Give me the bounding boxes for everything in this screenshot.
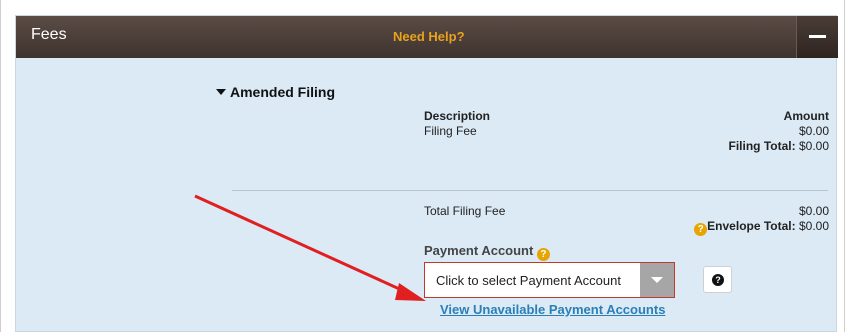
total-filing-fee-label: Total Filing Fee [424, 204, 506, 218]
payment-account-label: Payment Account ? [424, 243, 550, 261]
view-unavailable-accounts-link[interactable]: View Unavailable Payment Accounts [440, 302, 665, 317]
envelope-total-label: Envelope Total: [707, 219, 796, 233]
amount-header: Amount [783, 109, 829, 123]
payment-info-button[interactable]: ? [703, 266, 732, 293]
panel-title: Fees [31, 26, 67, 43]
collapse-button[interactable] [796, 16, 838, 58]
payment-account-select-value: Click to select Payment Account [436, 273, 621, 288]
minus-icon [809, 35, 826, 38]
fees-header: Fees Need Help? [16, 16, 838, 58]
envelope-total: ? Envelope Total: $0.00 [694, 219, 829, 236]
chevron-down-icon [651, 277, 663, 283]
payment-account-select[interactable]: Click to select Payment Account [424, 262, 675, 298]
dropdown-arrow[interactable] [640, 263, 674, 297]
question-icon: ? [712, 274, 724, 286]
filing-total: Filing Total: $0.00 [729, 139, 829, 153]
total-filing-fee-value: $0.00 [798, 204, 829, 218]
section-title: Amended Filing [230, 84, 335, 100]
amended-filing-toggle[interactable]: Amended Filing [216, 84, 335, 100]
filing-fee-amount: $0.00 [798, 124, 829, 138]
question-icon[interactable]: ? [536, 248, 550, 261]
payment-account-label-text: Payment Account [424, 243, 534, 258]
filing-fee-label: Filing Fee [424, 124, 477, 138]
envelope-total-value: $0.00 [798, 219, 829, 233]
question-icon[interactable]: ? [694, 223, 708, 236]
description-header: Description [424, 109, 491, 123]
filing-total-value: $0.00 [798, 139, 829, 153]
section-divider [232, 190, 828, 191]
filing-total-label: Filing Total: [728, 139, 796, 153]
need-help-link[interactable]: Need Help? [393, 29, 465, 44]
caret-down-icon [216, 89, 226, 95]
